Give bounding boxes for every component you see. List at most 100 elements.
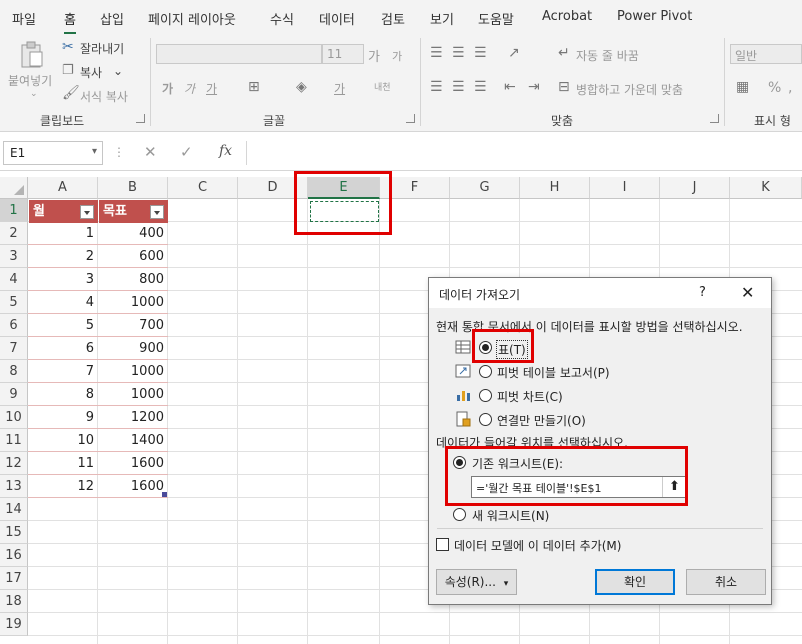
align-left-icon[interactable]: ☰	[430, 80, 443, 94]
cell-target[interactable]: 800	[98, 268, 168, 291]
cell-month[interactable]: 5	[28, 314, 98, 337]
wrap-text-button[interactable]: 자동 줄 바꿈	[576, 47, 639, 64]
column-header-a[interactable]: A	[28, 177, 98, 199]
tab-power-pivot[interactable]: Power Pivot	[617, 9, 692, 24]
row-header[interactable]: 19	[0, 613, 28, 636]
row-header[interactable]: 15	[0, 521, 28, 544]
paste-button[interactable]: 붙여넣기	[8, 72, 52, 89]
cell-month[interactable]: 4	[28, 291, 98, 314]
row-header[interactable]: 18	[0, 590, 28, 613]
row-header[interactable]: 14	[0, 498, 28, 521]
row-header[interactable]: 5	[0, 291, 28, 314]
percent-icon[interactable]: %	[768, 80, 781, 96]
align-middle-icon[interactable]: ☰	[452, 46, 465, 60]
cell-month[interactable]: 9	[28, 406, 98, 429]
cut-button[interactable]: 잘라내기	[80, 40, 124, 57]
cell-month[interactable]: 11	[28, 452, 98, 475]
cell-target[interactable]: 1600	[98, 475, 168, 498]
select-all-button[interactable]	[0, 177, 28, 199]
shrink-font-button[interactable]: 가	[392, 48, 402, 64]
orientation-icon[interactable]: ↗	[508, 46, 520, 60]
column-header-i[interactable]: I	[590, 177, 660, 199]
row-header[interactable]: 12	[0, 452, 28, 475]
font-launcher-icon[interactable]	[406, 114, 415, 123]
filter-dropdown-icon[interactable]	[150, 205, 164, 219]
format-painter-button[interactable]: 서식 복사	[80, 88, 128, 105]
accounting-format-icon[interactable]: ▦	[736, 80, 749, 94]
column-header-j[interactable]: J	[660, 177, 730, 199]
cell-target[interactable]: 400	[98, 222, 168, 245]
cell-month[interactable]: 6	[28, 337, 98, 360]
row-header[interactable]: 10	[0, 406, 28, 429]
add-to-data-model-checkbox[interactable]	[436, 538, 449, 551]
alignment-launcher-icon[interactable]	[710, 114, 719, 123]
cell-month[interactable]: 1	[28, 222, 98, 245]
cell-month[interactable]: 7	[28, 360, 98, 383]
row-header[interactable]: 17	[0, 567, 28, 590]
row-header[interactable]: 16	[0, 544, 28, 567]
font-name-box[interactable]	[156, 44, 322, 64]
column-header-c[interactable]: C	[168, 177, 238, 199]
confirm-entry-icon[interactable]: ✓	[180, 143, 193, 161]
properties-button[interactable]: 속성(R)... ▾	[436, 569, 517, 595]
option-pivot-table-label[interactable]: 피벗 테이블 보고서(P)	[497, 364, 610, 381]
font-size-box[interactable]: 11	[322, 44, 364, 64]
close-icon[interactable]: ✕	[741, 283, 754, 302]
column-header-h[interactable]: H	[520, 177, 590, 199]
cell-target[interactable]: 1000	[98, 360, 168, 383]
cell-target[interactable]: 1000	[98, 383, 168, 406]
paste-icon[interactable]	[16, 40, 46, 70]
column-header-b[interactable]: B	[98, 177, 168, 199]
tab-view[interactable]: 보기	[430, 9, 454, 28]
radio-new-sheet[interactable]	[453, 508, 466, 521]
cell-month[interactable]: 3	[28, 268, 98, 291]
tab-home[interactable]: 홈	[64, 9, 76, 35]
cell-month[interactable]: 2	[28, 245, 98, 268]
row-header[interactable]: 4	[0, 268, 28, 291]
align-bottom-icon[interactable]: ☰	[474, 46, 487, 60]
formula-input[interactable]	[246, 141, 802, 165]
cell-target[interactable]: 1400	[98, 429, 168, 452]
align-top-icon[interactable]: ☰	[430, 46, 443, 60]
font-color-button[interactable]: 가	[334, 80, 345, 97]
name-box-dropdown-icon[interactable]: ▾	[92, 146, 97, 157]
column-header-k[interactable]: K	[730, 177, 802, 199]
cell-target[interactable]: 1000	[98, 291, 168, 314]
tab-data[interactable]: 데이터	[319, 9, 355, 28]
row-header[interactable]: 3	[0, 245, 28, 268]
table-header-month[interactable]: 월	[29, 200, 98, 223]
tab-page-layout[interactable]: 페이지 레이아웃	[148, 9, 236, 28]
cancel-button[interactable]: 취소	[686, 569, 766, 595]
column-header-g[interactable]: G	[450, 177, 520, 199]
table-header-target[interactable]: 목표	[99, 200, 168, 223]
border-icon[interactable]: ⊞	[248, 80, 260, 94]
align-center-icon[interactable]: ☰	[452, 80, 465, 94]
bold-button[interactable]: 가	[162, 80, 173, 97]
table-resize-handle[interactable]	[162, 492, 167, 497]
row-header[interactable]: 8	[0, 360, 28, 383]
cell-target[interactable]: 900	[98, 337, 168, 360]
cell-target[interactable]: 600	[98, 245, 168, 268]
cell-month[interactable]: 10	[28, 429, 98, 452]
align-right-icon[interactable]: ☰	[474, 80, 487, 94]
grow-font-button[interactable]: 가	[368, 46, 380, 65]
copy-button[interactable]: 복사	[80, 64, 102, 81]
tab-help[interactable]: 도움말	[478, 9, 514, 28]
cell-target[interactable]: 700	[98, 314, 168, 337]
row-header[interactable]: 7	[0, 337, 28, 360]
ok-button[interactable]: 확인	[595, 569, 675, 595]
tab-review[interactable]: 검토	[381, 9, 405, 28]
radio-pivot-table[interactable]	[479, 365, 492, 378]
merge-icon[interactable]: ⊟	[558, 80, 570, 94]
tab-file[interactable]: 파일	[12, 9, 36, 28]
italic-button[interactable]: 가	[184, 80, 195, 97]
row-header[interactable]: 6	[0, 314, 28, 337]
filter-dropdown-icon[interactable]	[80, 205, 94, 219]
add-to-data-model-label[interactable]: 데이터 모델에 이 데이터 추가(M)	[454, 537, 621, 554]
decrease-indent-icon[interactable]: ⇤	[504, 80, 516, 94]
radio-pivot-chart[interactable]	[479, 389, 492, 402]
cell-target[interactable]: 1600	[98, 452, 168, 475]
clipboard-launcher-icon[interactable]	[136, 114, 145, 123]
cut-icon[interactable]: ✂	[62, 40, 74, 54]
wrap-text-icon[interactable]: ↵	[558, 46, 570, 60]
